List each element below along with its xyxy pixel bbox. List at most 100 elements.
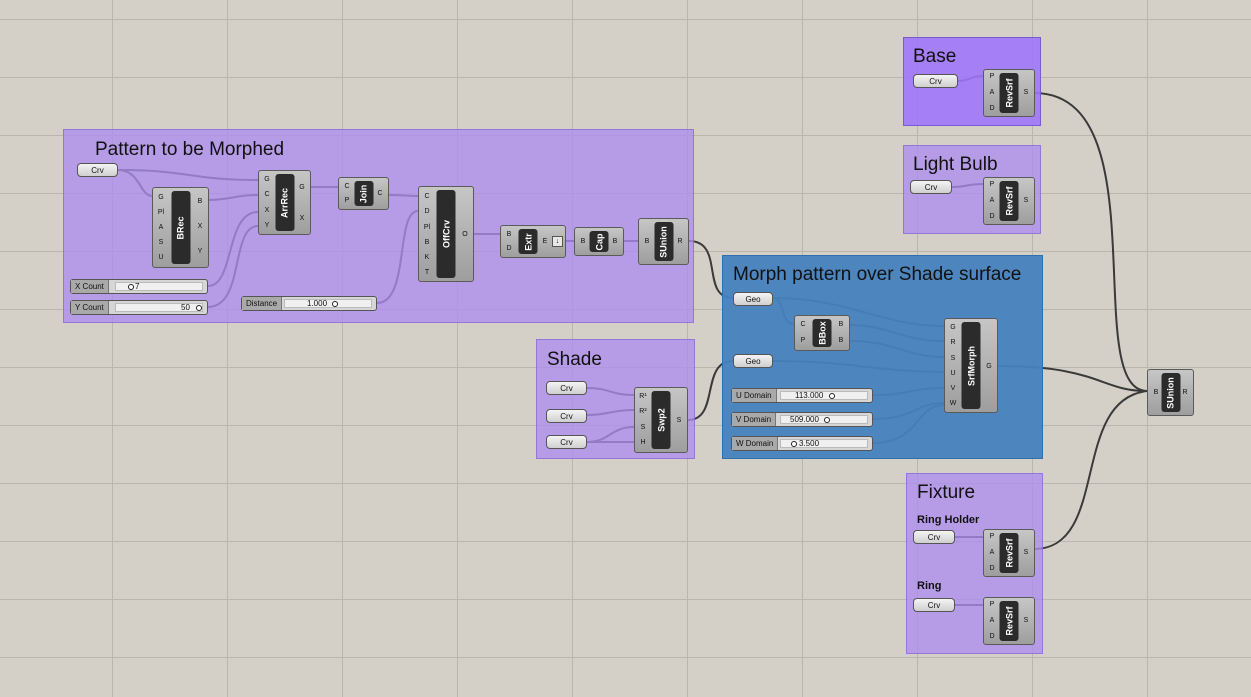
- input-port[interactable]: A: [986, 197, 998, 205]
- input-port[interactable]: A: [986, 617, 998, 625]
- slider-knob[interactable]: [824, 417, 830, 423]
- input-port[interactable]: A: [155, 224, 167, 232]
- bake-arrow-icon[interactable]: ↓: [552, 236, 563, 247]
- input-port[interactable]: D: [986, 213, 998, 221]
- input-port[interactable]: C: [261, 191, 273, 199]
- input-port[interactable]: R¹: [637, 393, 649, 401]
- slider-knob[interactable]: [791, 441, 797, 447]
- v-domain-slider[interactable]: V Domain 509.000: [731, 412, 873, 427]
- output-port[interactable]: G: [983, 363, 995, 371]
- input-port[interactable]: B: [421, 239, 433, 247]
- input-port[interactable]: A: [986, 549, 998, 557]
- crv-param[interactable]: Crv: [546, 381, 587, 395]
- input-port[interactable]: B: [641, 238, 653, 246]
- srfmorph-component[interactable]: SrfMorph G R S U V W G: [944, 318, 998, 413]
- input-port[interactable]: B: [577, 238, 589, 246]
- cap-component[interactable]: Cap B B: [574, 227, 624, 256]
- crv-param[interactable]: Crv: [546, 409, 587, 423]
- input-port[interactable]: R: [947, 339, 959, 347]
- crv-param[interactable]: Crv: [913, 530, 955, 544]
- output-port[interactable]: R: [1179, 389, 1191, 397]
- bbox-component[interactable]: BBox C P B B: [794, 315, 850, 351]
- input-port[interactable]: U: [947, 370, 959, 378]
- output-port[interactable]: B: [194, 198, 206, 206]
- x-count-slider[interactable]: X Count 7: [70, 279, 208, 294]
- crv-param[interactable]: Crv: [910, 180, 952, 194]
- output-port[interactable]: O: [459, 231, 471, 239]
- geo-param[interactable]: Geo: [733, 354, 773, 368]
- extr-component[interactable]: Extr B D E ↓: [500, 225, 566, 258]
- revsrf-component[interactable]: RevSrf P A D S: [983, 529, 1035, 577]
- offcrv-component[interactable]: OffCrv C D Pl B K T O: [418, 186, 474, 282]
- input-port[interactable]: Y: [261, 222, 273, 230]
- input-port[interactable]: A: [986, 89, 998, 97]
- input-port[interactable]: P: [986, 73, 998, 81]
- slider-knob[interactable]: [829, 393, 835, 399]
- input-port[interactable]: B: [1150, 389, 1162, 397]
- input-port[interactable]: X: [261, 207, 273, 215]
- input-port[interactable]: D: [986, 565, 998, 573]
- output-port[interactable]: Y: [194, 248, 206, 256]
- crv-param[interactable]: Crv: [546, 435, 587, 449]
- revsrf-component[interactable]: RevSrf P A D S: [983, 177, 1035, 225]
- output-port[interactable]: R: [674, 238, 686, 246]
- input-port[interactable]: U: [155, 254, 167, 262]
- output-port[interactable]: E: [539, 238, 551, 246]
- sunion-component[interactable]: SUnion B R: [638, 218, 689, 265]
- swp2-component[interactable]: Swp2 R¹ R² S H S: [634, 387, 688, 453]
- input-port[interactable]: P: [986, 181, 998, 189]
- input-port[interactable]: C: [421, 193, 433, 201]
- geo-param[interactable]: Geo: [733, 292, 773, 306]
- input-port[interactable]: Pl: [421, 224, 433, 232]
- input-port[interactable]: C: [341, 183, 353, 191]
- revsrf-component[interactable]: RevSrf P A D S: [983, 69, 1035, 117]
- sunion-final-component[interactable]: SUnion B R: [1147, 369, 1194, 416]
- input-port[interactable]: W: [947, 400, 959, 408]
- input-port[interactable]: S: [637, 424, 649, 432]
- input-port[interactable]: R²: [637, 408, 649, 416]
- input-port[interactable]: K: [421, 254, 433, 262]
- distance-slider[interactable]: Distance 1.000: [241, 296, 377, 311]
- output-port[interactable]: X: [194, 223, 206, 231]
- input-port[interactable]: G: [155, 194, 167, 202]
- input-port[interactable]: C: [797, 321, 809, 329]
- output-port[interactable]: B: [609, 238, 621, 246]
- output-port[interactable]: S: [1020, 89, 1032, 97]
- output-port[interactable]: X: [296, 215, 308, 223]
- crv-param[interactable]: Crv: [913, 74, 958, 88]
- input-port[interactable]: T: [421, 269, 433, 277]
- brec-component[interactable]: BRec G Pl A S U B X Y: [152, 187, 209, 268]
- crv-param[interactable]: Crv: [913, 598, 955, 612]
- input-port[interactable]: D: [986, 633, 998, 641]
- input-port[interactable]: D: [421, 208, 433, 216]
- input-port[interactable]: D: [986, 105, 998, 113]
- u-domain-slider[interactable]: U Domain 113.000: [731, 388, 873, 403]
- crv-param[interactable]: Crv: [77, 163, 118, 177]
- input-port[interactable]: S: [947, 355, 959, 363]
- input-port[interactable]: V: [947, 385, 959, 393]
- input-port[interactable]: P: [986, 601, 998, 609]
- y-count-slider[interactable]: Y Count 50: [70, 300, 208, 315]
- join-component[interactable]: Join C P C: [338, 177, 389, 210]
- output-port[interactable]: C: [374, 190, 386, 198]
- input-port[interactable]: P: [797, 337, 809, 345]
- revsrf-component[interactable]: RevSrf P A D S: [983, 597, 1035, 645]
- slider-knob[interactable]: [128, 284, 134, 290]
- input-port[interactable]: H: [637, 439, 649, 447]
- input-port[interactable]: G: [947, 324, 959, 332]
- slider-knob[interactable]: [196, 305, 202, 311]
- input-port[interactable]: S: [155, 239, 167, 247]
- output-port[interactable]: S: [1020, 617, 1032, 625]
- input-port[interactable]: G: [261, 176, 273, 184]
- slider-track[interactable]: [780, 391, 868, 400]
- input-port[interactable]: B: [503, 231, 515, 239]
- w-domain-slider[interactable]: W Domain 3.500: [731, 436, 873, 451]
- arrrec-component[interactable]: ArrRec G C X Y G X: [258, 170, 311, 235]
- output-port[interactable]: B: [835, 321, 847, 329]
- output-port[interactable]: S: [1020, 197, 1032, 205]
- output-port[interactable]: G: [296, 184, 308, 192]
- output-port[interactable]: S: [1020, 549, 1032, 557]
- input-port[interactable]: Pl: [155, 209, 167, 217]
- input-port[interactable]: D: [503, 245, 515, 253]
- output-port[interactable]: B: [835, 337, 847, 345]
